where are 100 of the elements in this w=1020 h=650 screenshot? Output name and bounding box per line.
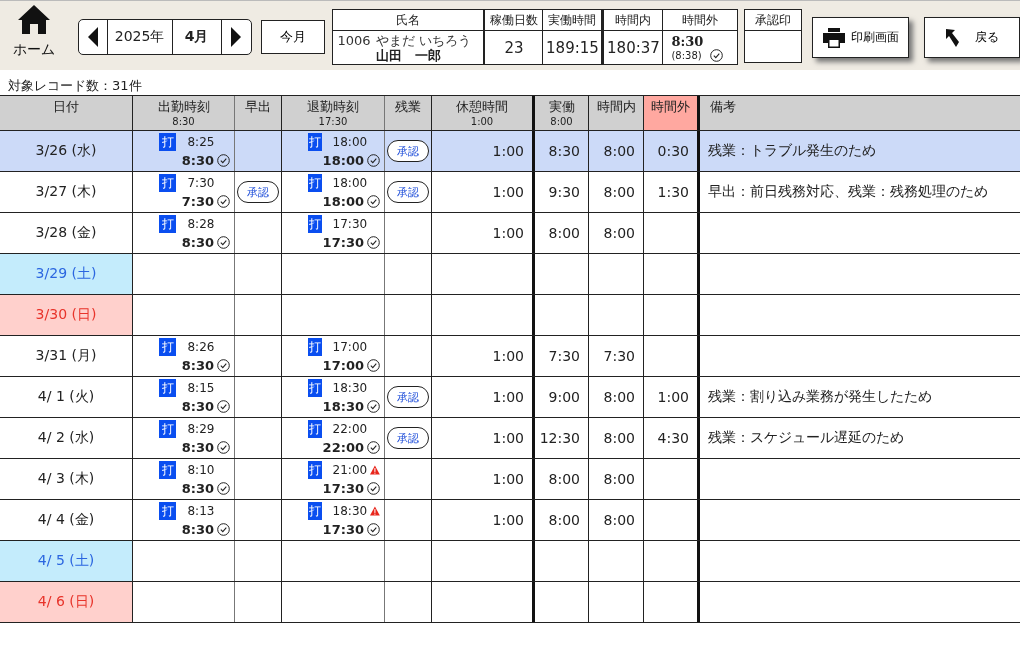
break-time: 1:00 [492,184,524,200]
punch-time: 8:15 [187,381,215,395]
date-text: 3/27 (木) [35,183,97,201]
date-text: 4/ 4 (金) [37,511,95,529]
summary-header: 実働時間 [543,10,602,31]
return-arrow-icon [944,27,961,48]
printer-icon [822,27,845,48]
name-reading: やまだ いちろう [375,32,471,48]
date-text: 4/ 3 (木) [37,470,95,488]
date-text: 4/ 5 (土) [37,552,95,570]
rounded-time: 8:30 [181,357,214,373]
punch-time: 17:30 [332,217,368,231]
approve-button[interactable]: 承認 [387,140,429,162]
punch-time: 22:00 [332,422,368,436]
punch-badge: 打 [308,502,322,520]
overtime-actual: (8:38) [671,49,702,61]
punch-badge: 打 [159,379,177,397]
summary-header: 氏名 [333,10,484,31]
print-button[interactable]: 印刷画面 [812,17,909,58]
approve-button[interactable]: 承認 [237,181,279,203]
punch-time: 8:28 [187,217,215,231]
punch-badge: 打 [308,338,322,356]
column-header: 実働 8:00 [535,96,589,130]
break-time: 1:00 [492,471,524,487]
table-row[interactable]: 4/ 5 (土) [0,541,1020,582]
date-text: 4/ 2 (水) [37,429,95,447]
break-time: 1:00 [492,225,524,241]
column-header: 残業 [385,96,432,130]
table-row[interactable]: 3/27 (木) 打 7:30 7:30 承認 打 18:00 18:00 承認 1:00 9:30 8:00 1:30 早出：前日残務対応、残業：残務処理のため [0,172,1020,213]
punch-badge: 打 [308,420,322,438]
regular-hours: 7:30 [603,348,635,364]
punch-time: 7:30 [187,176,215,190]
punch-time: 21:00 [332,463,368,477]
regular-hours: 8:00 [603,471,635,487]
home-button[interactable]: ホーム [0,1,69,59]
column-header: 備考 [709,98,737,116]
punch-badge: 打 [159,174,177,192]
regular-hours: 8:00 [603,389,635,405]
summary-value: 180:37 [607,38,660,57]
punch-time: 8:25 [187,135,215,149]
break-time: 1:00 [492,512,524,528]
break-time: 1:00 [492,430,524,446]
overtime-hours: 1:30 [657,184,689,200]
table-row[interactable]: 3/31 (月) 打 8:26 8:30 打 17:00 17:00 1:00 7:30 7:30 [0,336,1020,377]
column-header: 日付 [0,96,133,130]
punch-time: 8:10 [187,463,215,477]
column-header: 早出 [235,96,282,130]
break-time: 1:00 [492,389,524,405]
regular-hours: 8:00 [603,184,635,200]
summary-header: 稼働日数 [485,10,543,31]
rounded-time: 22:00 [322,439,364,455]
break-time: 1:00 [492,348,524,364]
rounded-time: 8:30 [181,398,214,414]
overtime-hours: 4:30 [657,430,689,446]
regular-hours: 8:00 [603,225,635,241]
punch-badge: 打 [308,461,322,479]
actual-hours: 8:00 [548,512,580,528]
punch-time: 8:26 [187,340,215,354]
this-month-button[interactable]: 今月 [260,20,326,54]
punch-badge: 打 [159,502,177,520]
date-text: 3/28 (金) [35,224,97,242]
punch-badge: 打 [308,215,322,233]
overtime-hours: 1:00 [657,389,689,405]
actual-hours: 8:30 [548,143,580,159]
table-row[interactable]: 4/ 3 (木) 打 8:10 8:30 打 21:00 17:30 1:00 8:00 8:00 [0,459,1020,500]
record-count: 対象レコード数：31件 [7,77,143,95]
table-row[interactable]: 4/ 2 (水) 打 8:29 8:30 打 22:00 22:00 承認 1:00 12:30 8:00 4:30 残業：スケジュール遅延のため [0,418,1020,459]
actual-hours: 9:00 [548,389,580,405]
punch-time: 8:29 [187,422,215,436]
rounded-time: 17:00 [322,357,364,373]
overtime-hours: 0:30 [657,143,689,159]
punch-badge: 打 [159,215,177,233]
table-row[interactable]: 4/ 1 (火) 打 8:15 8:30 打 18:30 18:30 承認 1:00 9:00 8:00 1:00 残業：割り込み業務が発生したため [0,377,1020,418]
table-row[interactable]: 3/29 (土) [0,254,1020,295]
remarks-text: 早出：前日残務対応、残業：残務処理のため [708,183,988,201]
month-text: 4月 [172,20,222,54]
punch-badge: 打 [308,174,322,192]
summary-header: 承認印 [745,10,802,31]
back-button[interactable]: 戻る [923,17,1020,58]
employee-name: 山田 一郎 [374,47,442,63]
punch-badge: 打 [159,461,177,479]
rounded-time: 8:30 [181,480,214,496]
punch-time: 18:30 [332,504,368,518]
punch-time: 17:00 [332,340,368,354]
approve-button[interactable]: 承認 [387,386,429,408]
regular-hours: 8:00 [603,430,635,446]
actual-hours: 7:30 [548,348,580,364]
approve-button[interactable]: 承認 [387,427,429,449]
approve-button[interactable]: 承認 [387,181,429,203]
rounded-time: 8:30 [181,152,214,168]
date-text: 3/30 (日) [35,306,97,324]
year-text: 2025年 [107,20,173,54]
overtime-total: 8:30 [671,33,704,49]
break-time: 1:00 [492,143,524,159]
summary-value: 189:15 [546,38,599,57]
punch-time: 18:00 [332,135,368,149]
table-row[interactable]: 3/26 (水) 打 8:25 8:30 打 18:00 18:00 承認 1:00 8:30 8:00 0:30 残業：トラブル発生のため [0,131,1020,172]
actual-hours: 8:00 [548,471,580,487]
rounded-time: 18:30 [322,398,364,414]
actual-hours: 12:30 [539,430,580,446]
